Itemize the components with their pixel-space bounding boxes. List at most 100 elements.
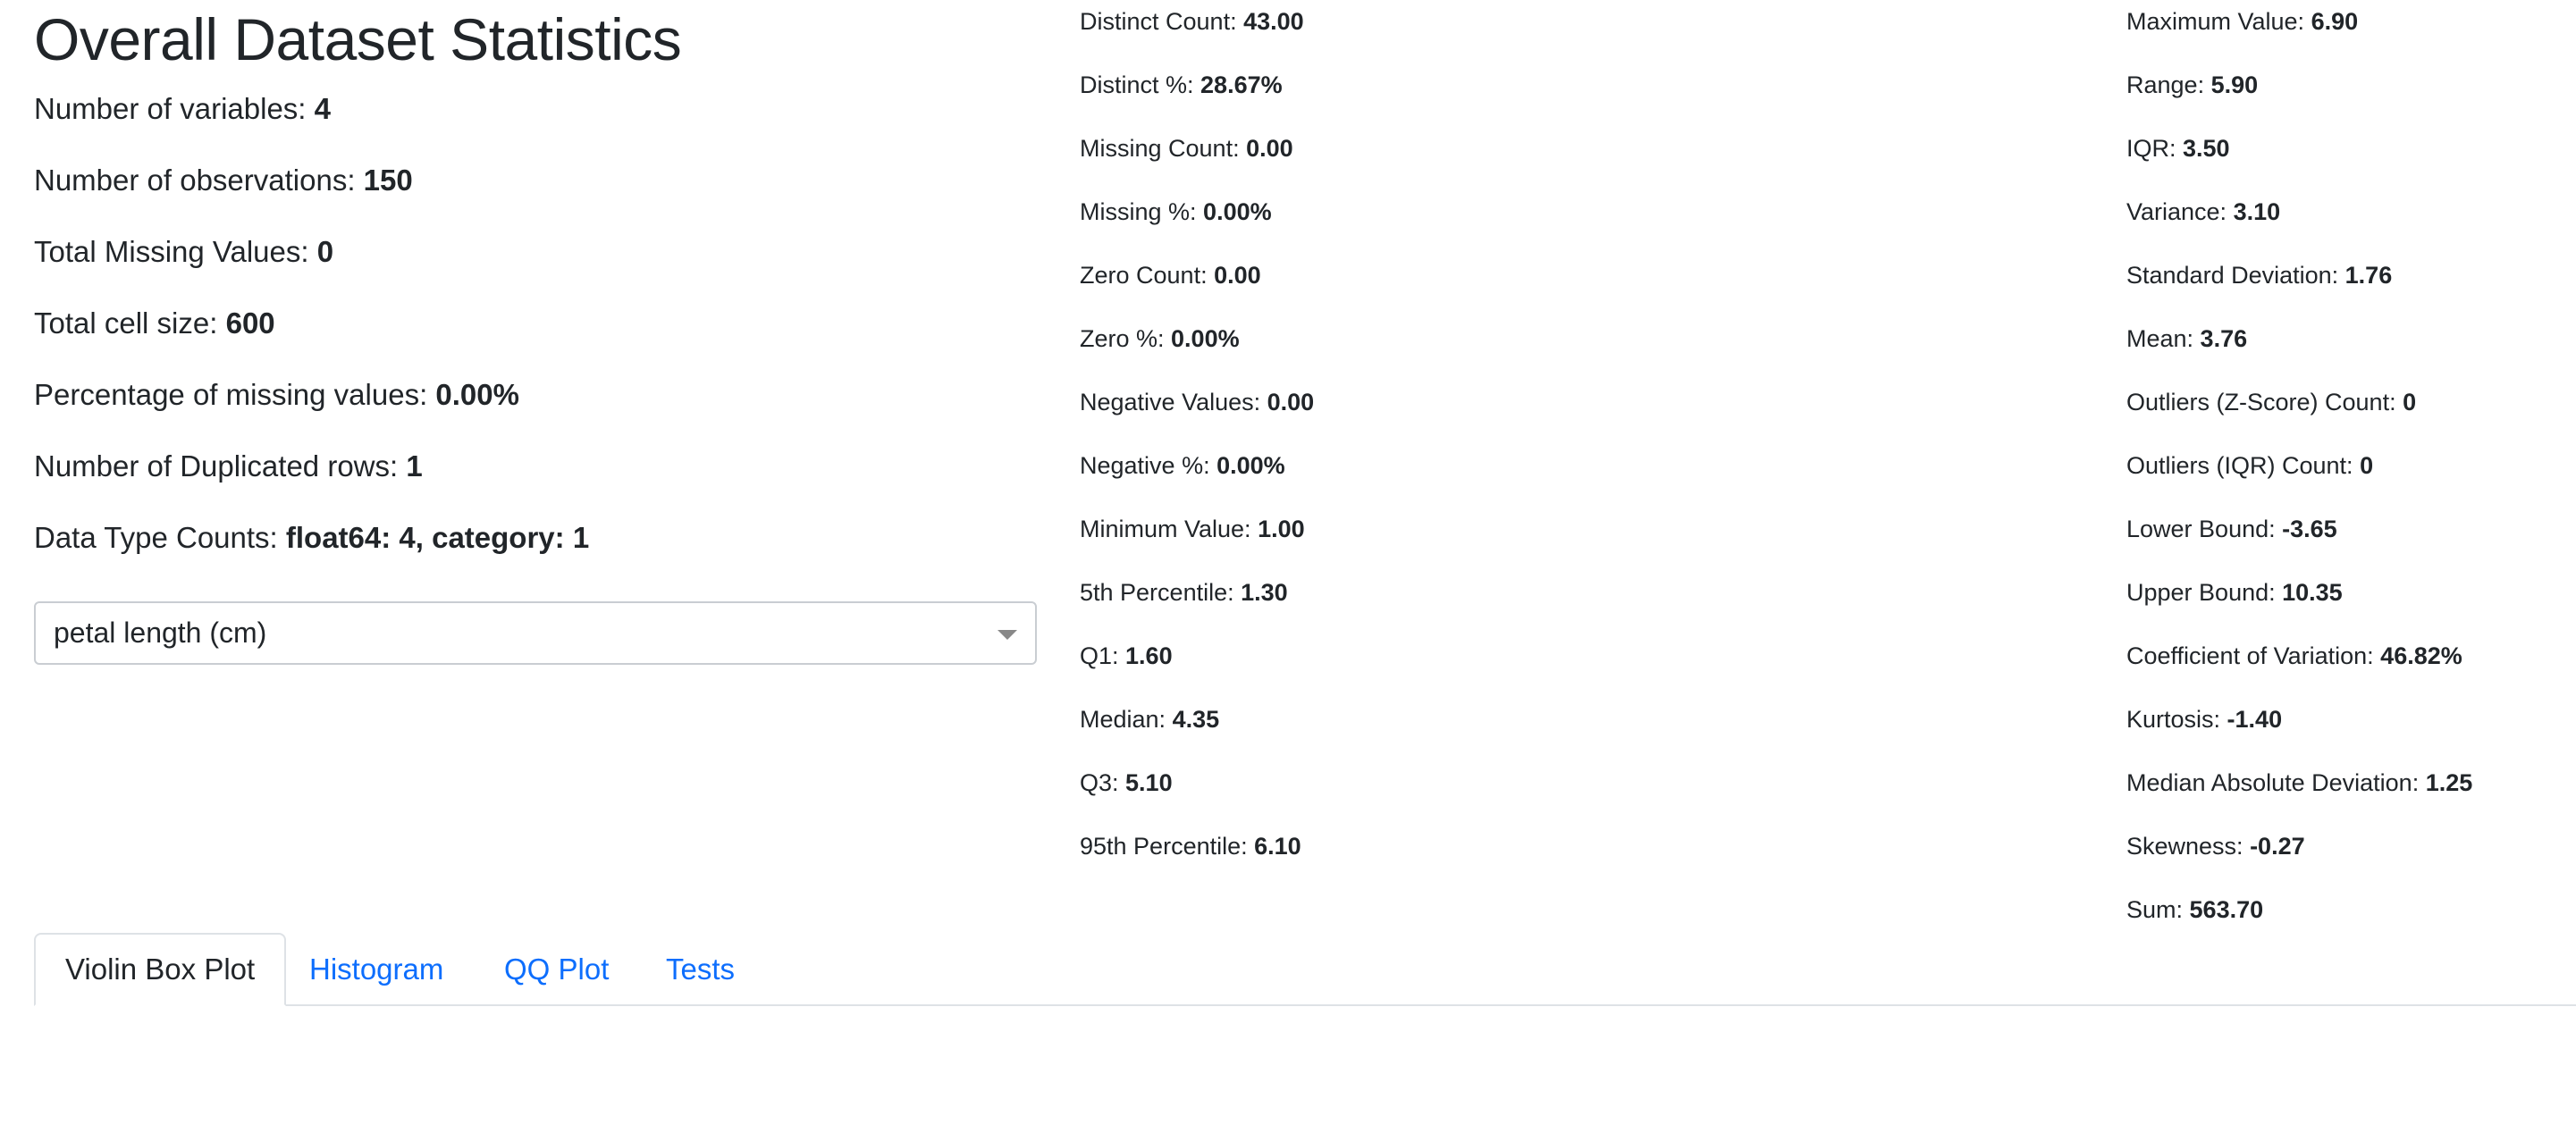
variable-stat-row: Variance: 3.10 — [2126, 190, 2472, 254]
stat-value: 1.25 — [2425, 769, 2473, 796]
tab-histogram[interactable]: Histogram — [309, 933, 443, 1006]
variable-stat-row: Skewness: -0.27 — [2126, 825, 2472, 888]
stat-label: IQR: — [2126, 135, 2184, 162]
stat-label: Total cell size: — [34, 306, 226, 340]
stat-label: Zero %: — [1080, 325, 1172, 352]
stat-value: 563.70 — [2189, 896, 2264, 923]
stat-label: Total Missing Values: — [34, 235, 317, 268]
stat-value: 5.10 — [1125, 769, 1173, 796]
stat-value: 0.00% — [1203, 198, 1272, 225]
stat-value: 1.60 — [1125, 642, 1173, 669]
overall-stat-row: Number of observations: 150 — [34, 159, 1035, 231]
variable-stat-row: IQR: 3.50 — [2126, 127, 2472, 190]
stat-label: Negative %: — [1080, 452, 1217, 479]
stat-label: Negative Values: — [1080, 389, 1267, 415]
stat-label: Lower Bound: — [2126, 516, 2283, 542]
stat-label: Q3: — [1080, 769, 1126, 796]
stat-label: 5th Percentile: — [1080, 579, 1242, 606]
variable-stat-row: Q1: 1.60 — [1080, 634, 1314, 698]
stat-value: 6.90 — [2311, 8, 2359, 35]
variable-stats-column-1: Distinct Count: 43.00 Distinct %: 28.67%… — [1080, 0, 1314, 888]
stat-label: Skewness: — [2126, 833, 2251, 860]
overall-stat-row: Total Missing Values: 0 — [34, 231, 1035, 302]
variable-stat-row: Coefficient of Variation: 46.82% — [2126, 634, 2472, 698]
stat-value: -0.27 — [2250, 833, 2305, 860]
page-title: Overall Dataset Statistics — [34, 6, 682, 72]
plot-tabs: Violin Box Plot Histogram QQ Plot Tests — [34, 933, 2576, 1006]
stat-label: Distinct %: — [1080, 71, 1201, 98]
stat-label: Upper Bound: — [2126, 579, 2283, 606]
variable-stat-row: 5th Percentile: 1.30 — [1080, 571, 1314, 634]
stat-label: Minimum Value: — [1080, 516, 1259, 542]
variable-select[interactable]: petal length (cm) — [34, 601, 1037, 665]
stat-value: 1.30 — [1241, 579, 1288, 606]
stat-value: -3.65 — [2282, 516, 2337, 542]
overall-stat-row: Percentage of missing values: 0.00% — [34, 373, 1035, 445]
stat-label: Data Type Counts: — [34, 521, 286, 554]
variable-stat-row: Kurtosis: -1.40 — [2126, 698, 2472, 761]
stat-value: 3.76 — [2200, 325, 2248, 352]
stat-value: 150 — [363, 164, 413, 197]
stat-label: Median: — [1080, 706, 1173, 733]
stat-value: 0.00 — [1214, 262, 1261, 289]
variable-stat-row: Median Absolute Deviation: 1.25 — [2126, 761, 2472, 825]
stat-label: Number of Duplicated rows: — [34, 449, 407, 483]
statistics-page: Overall Dataset Statistics Number of var… — [0, 0, 2576, 1133]
stat-value: 4 — [314, 92, 331, 125]
variable-stats-column-2: Maximum Value: 6.90 Range: 5.90 IQR: 3.5… — [2126, 0, 2472, 952]
stat-label: Missing %: — [1080, 198, 1204, 225]
variable-stat-row: Mean: 3.76 — [2126, 317, 2472, 381]
variable-stat-row: Outliers (Z-Score) Count: 0 — [2126, 381, 2472, 444]
stat-label: Number of variables: — [34, 92, 315, 125]
stat-label: Kurtosis: — [2126, 706, 2227, 733]
overall-stat-row: Number of variables: 4 — [34, 88, 1035, 159]
overall-stat-row: Number of Duplicated rows: 1 — [34, 445, 1035, 516]
stat-value: 0.00 — [1267, 389, 1315, 415]
stat-label: Outliers (Z-Score) Count: — [2126, 389, 2403, 415]
variable-stat-row: Minimum Value: 1.00 — [1080, 508, 1314, 571]
variable-stat-row: Missing %: 0.00% — [1080, 190, 1314, 254]
tab-tests[interactable]: Tests — [666, 933, 735, 1006]
stat-value: 46.82% — [2380, 642, 2462, 669]
overall-stat-row: Data Type Counts: float64: 4, category: … — [34, 516, 1035, 588]
stat-value: 0 — [316, 235, 334, 268]
variable-stat-row: Zero %: 0.00% — [1080, 317, 1314, 381]
tab-qq-plot[interactable]: QQ Plot — [504, 933, 609, 1006]
stat-label: 95th Percentile: — [1080, 833, 1255, 860]
stat-value: 28.67% — [1200, 71, 1283, 98]
stat-value: 5.90 — [2210, 71, 2259, 98]
stat-label: Zero Count: — [1080, 262, 1215, 289]
variable-stat-row: Distinct Count: 43.00 — [1080, 0, 1314, 63]
variable-stat-row: Missing Count: 0.00 — [1080, 127, 1314, 190]
variable-stat-row: Outliers (IQR) Count: 0 — [2126, 444, 2472, 508]
variable-stat-row: Median: 4.35 — [1080, 698, 1314, 761]
stat-value: 600 — [225, 306, 275, 340]
stat-label: Q1: — [1080, 642, 1126, 669]
stat-label: Mean: — [2126, 325, 2201, 352]
stat-label: Missing Count: — [1080, 135, 1247, 162]
stat-label: Maximum Value: — [2126, 8, 2311, 35]
stat-value: 1.00 — [1258, 516, 1305, 542]
stat-label: Range: — [2126, 71, 2211, 98]
stat-label: Outliers (IQR) Count: — [2126, 452, 2361, 479]
variable-select-value: petal length (cm) — [54, 617, 267, 649]
stat-value: 6.10 — [1254, 833, 1301, 860]
variable-stat-row: Negative Values: 0.00 — [1080, 381, 1314, 444]
stat-value: 3.50 — [2183, 135, 2230, 162]
stat-value: 0.00% — [1171, 325, 1240, 352]
stat-value: 0.00% — [435, 378, 519, 411]
variable-stat-row: Standard Deviation: 1.76 — [2126, 254, 2472, 317]
variable-stat-row: Zero Count: 0.00 — [1080, 254, 1314, 317]
stat-value: 4.35 — [1172, 706, 1220, 733]
stat-label: Percentage of missing values: — [34, 378, 436, 411]
stat-value: 0 — [2403, 389, 2417, 415]
variable-stat-row: Negative %: 0.00% — [1080, 444, 1314, 508]
stat-label: Number of observations: — [34, 164, 364, 197]
stat-value: float64: 4, category: 1 — [285, 521, 590, 554]
chevron-down-icon[interactable] — [998, 630, 1017, 640]
variable-stat-row: Distinct %: 28.67% — [1080, 63, 1314, 127]
tab-violin-box-plot[interactable]: Violin Box Plot — [34, 933, 287, 1006]
stat-label: Median Absolute Deviation: — [2126, 769, 2426, 796]
stat-value: 0.00% — [1216, 452, 1285, 479]
overall-stat-row: Total cell size: 600 — [34, 302, 1035, 373]
